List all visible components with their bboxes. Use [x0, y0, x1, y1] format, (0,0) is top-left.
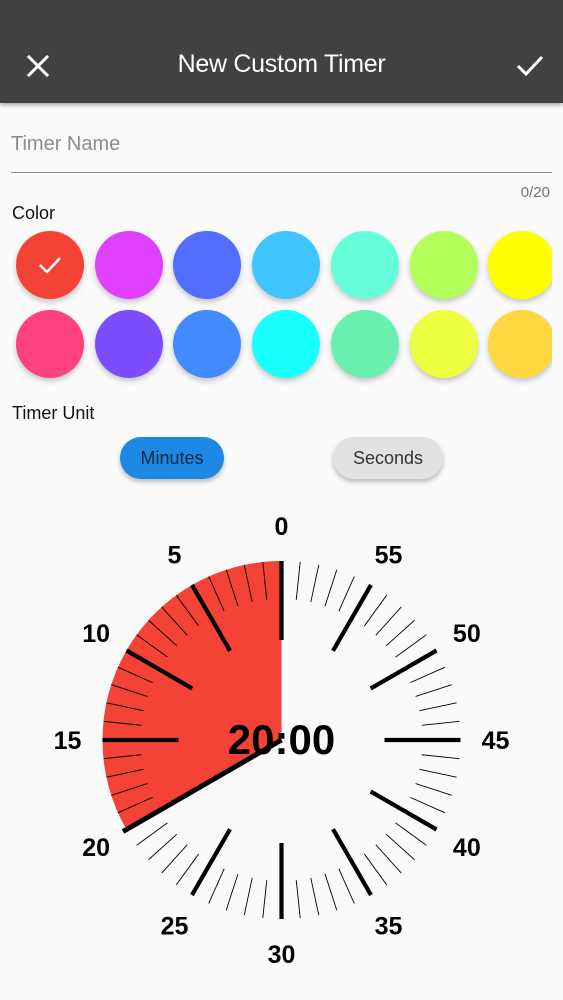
- color-swatch-grid: [11, 230, 552, 390]
- color-swatch[interactable]: [409, 231, 478, 299]
- dial-minor-tick: [375, 844, 402, 874]
- dial-label: 20: [82, 834, 110, 862]
- color-label: Color: [12, 203, 56, 223]
- dial-major-tick: [369, 648, 438, 691]
- dial-minor-tick: [295, 561, 301, 600]
- seconds-button[interactable]: Seconds: [333, 437, 443, 479]
- dial-label: 55: [375, 542, 403, 570]
- dial-minor-tick: [338, 576, 355, 612]
- timer-dial[interactable]: 0 5 10 15 20 25 30 35 40 45 50 55 20:00: [0, 505, 563, 975]
- dial-minor-tick: [310, 564, 320, 603]
- dial-label: 0: [275, 513, 289, 541]
- dial-minor-tick: [364, 853, 388, 886]
- dial-label: 10: [82, 620, 110, 648]
- color-swatch[interactable]: [488, 310, 552, 378]
- color-swatch[interactable]: [409, 310, 478, 378]
- color-swatch[interactable]: [330, 231, 399, 299]
- dial-label: 50: [453, 620, 481, 648]
- dial-minor-tick: [175, 853, 199, 886]
- dial-minor-tick: [419, 768, 457, 778]
- color-swatch[interactable]: [173, 231, 242, 299]
- dial-minor-tick: [324, 873, 338, 911]
- dial-minor-tick: [395, 822, 427, 846]
- timer-unit-label: Timer Unit: [12, 403, 95, 423]
- dial-minor-tick: [385, 834, 415, 861]
- color-swatch[interactable]: [94, 310, 163, 378]
- dial-minor-tick: [421, 720, 460, 726]
- dial-label: 5: [168, 542, 182, 570]
- dial-minor-tick: [324, 569, 338, 607]
- color-swatch[interactable]: [94, 231, 163, 299]
- dial-minor-tick: [415, 783, 452, 796]
- character-counter: 0/20: [520, 184, 550, 201]
- dial-minor-tick: [385, 619, 415, 646]
- dial-minor-tick: [415, 684, 452, 697]
- dial-major-tick: [190, 828, 232, 897]
- dial-minor-tick: [295, 880, 301, 919]
- dial-label: 25: [161, 912, 189, 940]
- color-swatch[interactable]: [173, 310, 242, 378]
- dial-major-tick: [369, 789, 438, 832]
- dial-minor-tick: [375, 606, 402, 636]
- dial-major-tick: [331, 828, 373, 897]
- color-swatch[interactable]: [16, 310, 84, 378]
- dial-label: 45: [482, 727, 510, 755]
- dial-label: 30: [268, 941, 296, 969]
- color-swatch[interactable]: [330, 310, 399, 378]
- dial-minor-tick: [410, 796, 446, 814]
- check-icon: [39, 257, 61, 274]
- color-swatch[interactable]: [488, 231, 552, 299]
- timer-name-input[interactable]: [11, 122, 552, 166]
- dial-minor-tick: [262, 880, 268, 919]
- timer-display: 20:00: [228, 716, 335, 763]
- dial-minor-tick: [243, 877, 253, 916]
- color-swatch[interactable]: [252, 231, 321, 299]
- dial-minor-tick: [225, 873, 239, 911]
- dial-minor-tick: [419, 702, 457, 712]
- color-swatch[interactable]: [16, 231, 84, 299]
- dial-minor-tick: [161, 844, 188, 874]
- dial-minor-tick: [364, 594, 388, 627]
- dial-minor-tick: [136, 822, 168, 846]
- dial-minor-tick: [338, 868, 355, 904]
- app-bar: New Custom Timer: [0, 0, 563, 103]
- dial-major-tick: [331, 583, 373, 652]
- page-title: New Custom Timer: [177, 50, 386, 78]
- dial-minor-tick: [148, 834, 178, 861]
- confirm-button[interactable]: [512, 48, 548, 84]
- timer-name-field: [11, 122, 552, 173]
- color-swatch[interactable]: [252, 310, 321, 378]
- check-icon: [516, 55, 544, 77]
- dial-minor-tick: [421, 754, 460, 760]
- dial-minor-tick: [310, 877, 320, 916]
- dial-label: 15: [54, 727, 82, 755]
- dial-minor-tick: [410, 666, 446, 684]
- dial-label: 35: [375, 912, 403, 940]
- dial-label: 40: [453, 834, 481, 862]
- dial-minor-tick: [395, 634, 427, 658]
- minutes-button[interactable]: Minutes: [120, 437, 224, 479]
- dial-minor-tick: [208, 868, 225, 904]
